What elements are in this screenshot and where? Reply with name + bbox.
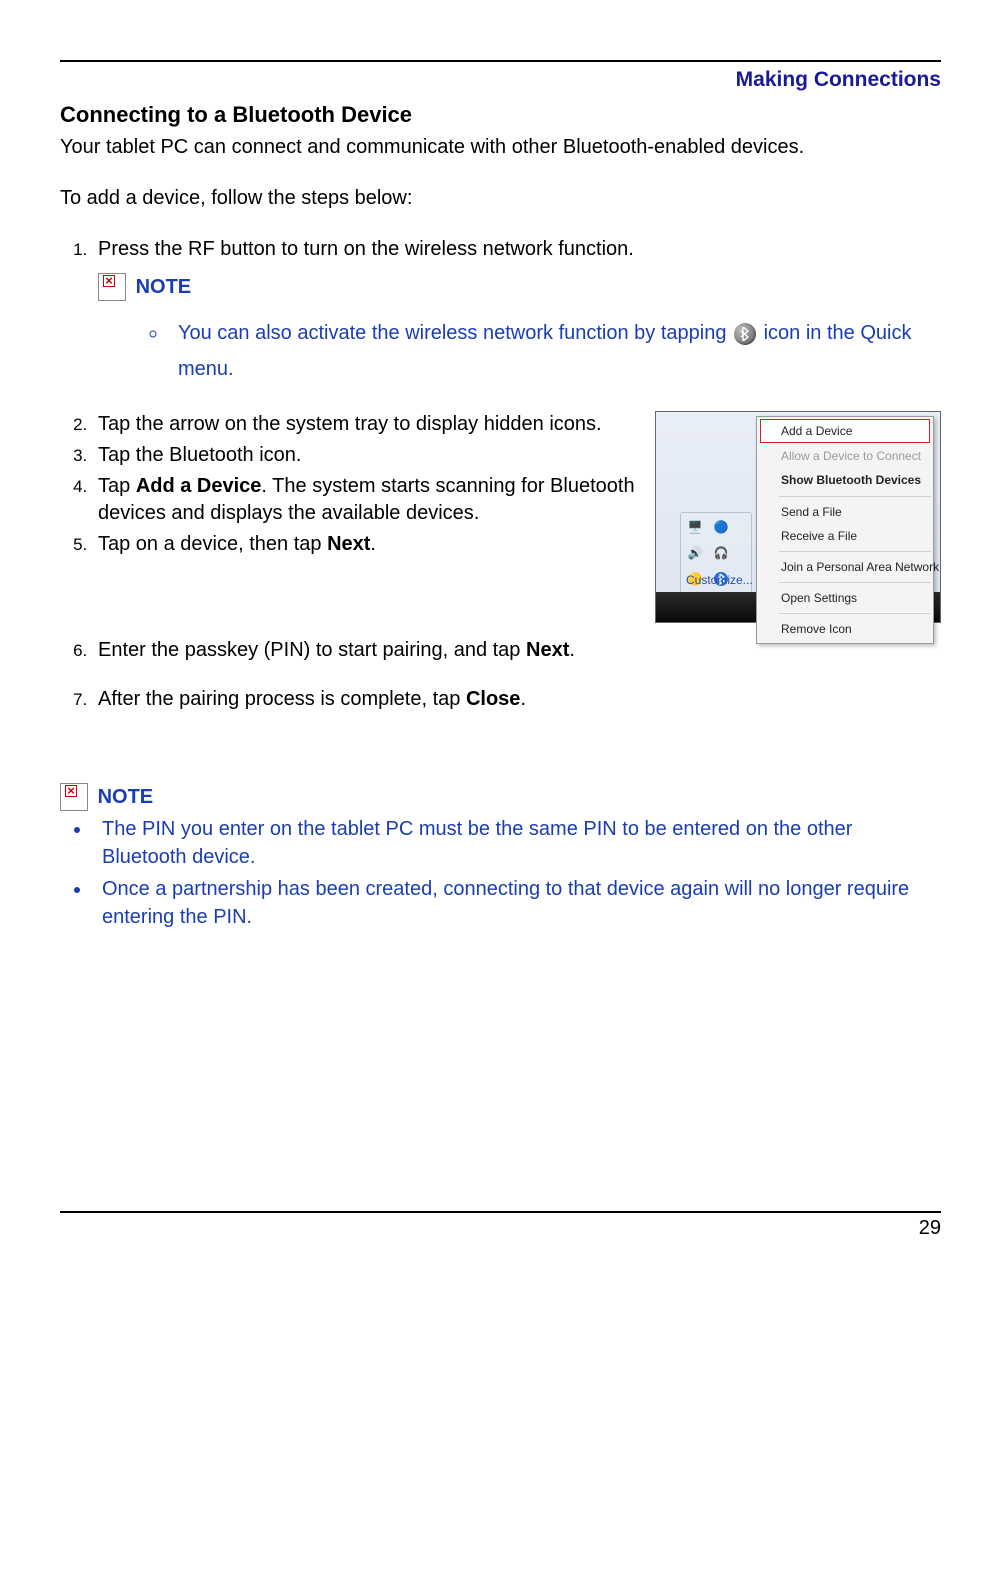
note-1-list: You can also activate the wireless netwo…: [142, 315, 941, 387]
broken-image-icon: [60, 783, 88, 811]
screenshot-systray: Add a Device Allow a Device to Connect S…: [655, 411, 941, 623]
section-header: Making Connections: [60, 66, 941, 94]
menu-send-file[interactable]: Send a File: [757, 500, 933, 524]
step-7-c: .: [520, 688, 526, 710]
menu-receive-file[interactable]: Receive a File: [757, 524, 933, 548]
step-5: Tap on a device, then tap Next.: [92, 531, 645, 558]
menu-separator: [779, 496, 931, 497]
tray-icon[interactable]: 🖥️: [687, 519, 703, 535]
note-label: NOTE: [136, 276, 192, 298]
step-4-a: Tap: [98, 475, 136, 497]
context-menu: Add a Device Allow a Device to Connect S…: [756, 416, 934, 644]
tray-icon[interactable]: 🎧: [713, 545, 729, 561]
step-3: Tap the Bluetooth icon.: [92, 442, 645, 469]
steps-6-7: Enter the passkey (PIN) to start pairing…: [64, 637, 941, 713]
note-1-text-a: You can also activate the wireless netwo…: [178, 322, 732, 344]
steps-with-screenshot: Tap the arrow on the system tray to disp…: [60, 411, 941, 623]
page-title: Connecting to a Bluetooth Device: [60, 100, 941, 130]
menu-separator: [779, 613, 931, 614]
step-7: After the pairing process is complete, t…: [92, 686, 941, 713]
step-6-b: Next: [526, 639, 569, 661]
steps-list: Press the RF button to turn on the wirel…: [64, 236, 941, 387]
broken-image-icon: [98, 273, 126, 301]
step-6-a: Enter the passkey (PIN) to start pairing…: [98, 639, 526, 661]
menu-join-pan[interactable]: Join a Personal Area Network: [757, 555, 933, 579]
menu-separator: [779, 582, 931, 583]
menu-separator: [779, 551, 931, 552]
step-1: Press the RF button to turn on the wirel…: [92, 236, 941, 387]
menu-open-settings[interactable]: Open Settings: [757, 586, 933, 610]
customize-link[interactable]: Customize...: [686, 572, 753, 588]
step-5-a: Tap on a device, then tap: [98, 533, 327, 555]
note-1-item: You can also activate the wireless netwo…: [168, 315, 941, 387]
note-2-item-1: The PIN you enter on the tablet PC must …: [92, 815, 941, 871]
menu-show-devices[interactable]: Show Bluetooth Devices: [757, 468, 933, 492]
menu-remove-icon[interactable]: Remove Icon: [757, 617, 933, 641]
step-4-b: Add a Device: [136, 475, 262, 497]
step-5-b: Next: [327, 533, 370, 555]
note-2-item-2: Once a partnership has been created, con…: [92, 875, 941, 931]
step-5-c: .: [370, 533, 376, 555]
lead-text: To add a device, follow the steps below:: [60, 185, 941, 212]
page-number: 29: [60, 1215, 941, 1242]
top-rule: [60, 60, 941, 62]
step-6-c: .: [569, 639, 575, 661]
step-7-a: After the pairing process is complete, t…: [98, 688, 466, 710]
note-label-2: NOTE: [98, 786, 154, 808]
tray-icon[interactable]: 🔵: [713, 519, 729, 535]
step-7-b: Close: [466, 688, 520, 710]
tray-icon[interactable]: 🔊: [687, 545, 703, 561]
step-1-text: Press the RF button to turn on the wirel…: [98, 238, 634, 260]
intro-text: Your tablet PC can connect and communica…: [60, 134, 941, 161]
step-4: Tap Add a Device. The system starts scan…: [92, 473, 645, 527]
note-2-list: The PIN you enter on the tablet PC must …: [66, 815, 941, 931]
bluetooth-icon: [734, 323, 756, 345]
menu-add-device[interactable]: Add a Device: [760, 419, 930, 443]
steps-2-5: Tap the arrow on the system tray to disp…: [64, 411, 645, 558]
step-2: Tap the arrow on the system tray to disp…: [92, 411, 645, 438]
bottom-rule: [60, 1211, 941, 1213]
menu-allow-connect[interactable]: Allow a Device to Connect: [757, 444, 933, 468]
